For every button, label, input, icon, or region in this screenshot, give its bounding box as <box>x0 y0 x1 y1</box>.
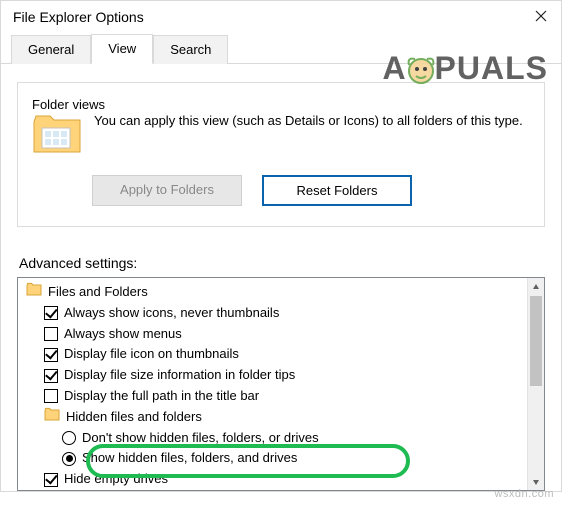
checkbox-icon[interactable] <box>44 306 58 320</box>
opt-file-size-tips[interactable]: Display file size information in folder … <box>20 365 542 386</box>
tab-view[interactable]: View <box>91 34 153 64</box>
tree-root-label: Files and Folders <box>48 282 148 303</box>
titlebar: File Explorer Options <box>1 1 561 31</box>
tab-search[interactable]: Search <box>153 35 228 64</box>
opt-file-icon-thumbs[interactable]: Display file icon on thumbnails <box>20 344 542 365</box>
opt-label: Always show menus <box>64 324 182 345</box>
tab-general[interactable]: General <box>11 35 91 64</box>
scroll-up-icon[interactable] <box>528 278 544 295</box>
tree-files-and-folders: Files and Folders <box>20 282 542 303</box>
opt-label: Hide empty drives <box>64 469 168 490</box>
tree-scrollbar[interactable] <box>527 278 544 490</box>
checkbox-icon[interactable] <box>44 348 58 362</box>
scroll-down-icon[interactable] <box>528 473 544 490</box>
opt-label: Display the full path in the title bar <box>64 386 259 407</box>
folder-views-group: Folder views You can apply this view (su… <box>17 82 545 227</box>
folder-icon <box>26 282 42 303</box>
folder-views-desc: You can apply this view (such as Details… <box>94 112 523 130</box>
opt-label: Always show icons, never thumbnails <box>64 303 279 324</box>
folder-icon <box>44 407 60 428</box>
radio-show-hidden[interactable]: Show hidden files, folders, and drives <box>20 448 542 469</box>
checkbox-icon[interactable] <box>44 473 58 487</box>
dialog-window: File Explorer Options General View Searc… <box>0 0 562 492</box>
reset-folders-button[interactable]: Reset Folders <box>262 175 412 206</box>
tree-hidden-files: Hidden files and folders <box>20 407 542 428</box>
opt-label: Display file size information in folder … <box>64 365 295 386</box>
radio-label: Don't show hidden files, folders, or dri… <box>82 428 319 449</box>
opt-label: Display file icon on thumbnails <box>64 344 239 365</box>
tree-hidden-label: Hidden files and folders <box>66 407 202 428</box>
scroll-thumb[interactable] <box>530 296 542 386</box>
close-button[interactable] <box>521 2 561 30</box>
checkbox-icon[interactable] <box>44 327 58 341</box>
opt-hide-empty-drives[interactable]: Hide empty drives <box>20 469 542 490</box>
folder-views-legend: Folder views <box>32 97 105 112</box>
opt-always-icons[interactable]: Always show icons, never thumbnails <box>20 303 542 324</box>
radio-dont-show-hidden[interactable]: Don't show hidden files, folders, or dri… <box>20 428 542 449</box>
opt-always-menus[interactable]: Always show menus <box>20 324 542 345</box>
radio-icon[interactable] <box>62 431 76 445</box>
apply-to-folders-button: Apply to Folders <box>92 175 242 206</box>
radio-label: Show hidden files, folders, and drives <box>82 448 297 469</box>
tab-content: Folder views You can apply this view (su… <box>1 64 561 491</box>
folder-views-icon <box>32 112 82 157</box>
advanced-settings-label: Advanced settings: <box>19 255 545 271</box>
radio-icon[interactable] <box>62 452 76 466</box>
checkbox-icon[interactable] <box>44 389 58 403</box>
opt-full-path-titlebar[interactable]: Display the full path in the title bar <box>20 386 542 407</box>
window-title: File Explorer Options <box>13 9 144 25</box>
checkbox-icon[interactable] <box>44 369 58 383</box>
tab-strip: General View Search <box>1 33 561 64</box>
advanced-settings-tree: Files and Folders Always show icons, nev… <box>17 277 545 491</box>
